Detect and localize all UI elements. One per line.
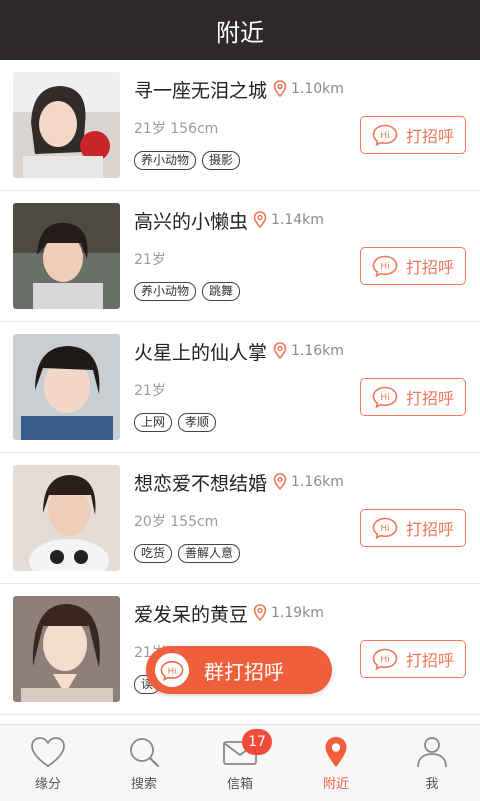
svg-text:Hi: Hi xyxy=(168,665,177,675)
tab-label: 缘分 xyxy=(34,777,61,792)
unread-badge: 17 xyxy=(242,729,272,755)
say-hi-button[interactable]: Hi 打招呼 xyxy=(360,509,466,547)
tab-label: 我 xyxy=(425,777,439,792)
interest-tags: 养小动物 摄影 xyxy=(134,151,241,170)
user-icon xyxy=(417,737,447,768)
say-hi-label: 打招呼 xyxy=(405,258,454,277)
user-avatar[interactable] xyxy=(13,596,120,702)
svg-text:Hi: Hi xyxy=(380,393,389,403)
user-meta: 21岁 xyxy=(134,383,166,399)
heart-icon xyxy=(31,737,65,768)
say-hi-label: 打招呼 xyxy=(405,651,454,670)
location-pin-icon xyxy=(273,342,287,359)
tab-label: 附近 xyxy=(322,777,349,792)
search-icon xyxy=(130,738,160,768)
say-hi-button[interactable]: Hi 打招呼 xyxy=(360,247,466,285)
location-pin-icon xyxy=(253,604,267,621)
distance: 1.14km xyxy=(253,211,324,228)
user-meta: 20岁 155cm xyxy=(134,514,219,530)
user-card[interactable]: 寻一座无泪之城 1.10km 21岁 156cm 养小动物 摄影 Hi 打招呼 xyxy=(0,60,480,191)
say-hi-button[interactable]: Hi 打招呼 xyxy=(360,640,466,678)
user-name: 寻一座无泪之城 xyxy=(134,80,268,102)
hi-bubble-icon: Hi xyxy=(372,517,398,539)
user-name: 高兴的小懒虫 xyxy=(134,211,249,233)
tab-search[interactable]: 搜索 xyxy=(96,725,192,801)
tab-nearby[interactable]: 附近 xyxy=(288,725,384,801)
tab-match[interactable]: 缘分 xyxy=(0,725,96,801)
user-card[interactable]: 火星上的仙人掌 1.16km 21岁 上网 孝顺 Hi 打招呼 xyxy=(0,322,480,453)
hi-bubble-icon: Hi xyxy=(372,386,398,408)
location-pin-icon xyxy=(273,80,287,97)
hi-bubble-icon: Hi xyxy=(155,653,189,687)
nearby-user-list[interactable]: 寻一座无泪之城 1.10km 21岁 156cm 养小动物 摄影 Hi 打招呼 … xyxy=(0,60,480,724)
user-avatar[interactable] xyxy=(13,465,120,571)
say-hi-label: 打招呼 xyxy=(405,520,454,539)
distance-value: 1.14km xyxy=(271,211,324,228)
user-avatar[interactable] xyxy=(13,203,120,309)
distance: 1.19km xyxy=(253,604,324,621)
tab-me[interactable]: 我 xyxy=(384,725,480,801)
tab-mailbox[interactable]: 17 信箱 xyxy=(192,725,288,801)
interest-tag: 孝顺 xyxy=(178,413,217,432)
svg-text:Hi: Hi xyxy=(380,655,389,665)
distance-value: 1.10km xyxy=(291,80,344,97)
interest-tags: 养小动物 跳舞 xyxy=(134,282,241,301)
svg-text:Hi: Hi xyxy=(380,131,389,141)
page-title: 附近 xyxy=(216,18,264,47)
interest-tags: 上网 孝顺 xyxy=(134,413,217,432)
group-say-hi-label: 群打招呼 xyxy=(204,659,284,684)
user-avatar[interactable] xyxy=(13,334,120,440)
user-meta: 21岁 xyxy=(134,252,166,268)
svg-text:Hi: Hi xyxy=(380,262,389,272)
user-name: 爱发呆的黄豆 xyxy=(134,604,249,626)
distance-value: 1.16km xyxy=(291,342,344,359)
location-pin-icon xyxy=(253,211,267,228)
interest-tag: 养小动物 xyxy=(134,282,197,301)
distance-value: 1.16km xyxy=(291,473,344,490)
group-say-hi-button[interactable]: Hi 群打招呼 xyxy=(146,646,332,694)
hi-bubble-icon: Hi xyxy=(372,124,398,146)
hi-bubble-icon: Hi xyxy=(372,648,398,670)
interest-tag: 养小动物 xyxy=(134,151,197,170)
distance: 1.16km xyxy=(273,473,344,490)
say-hi-button[interactable]: Hi 打招呼 xyxy=(360,378,466,416)
interest-tag: 善解人意 xyxy=(178,544,241,563)
distance-value: 1.19km xyxy=(271,604,324,621)
title-bar: 附近 xyxy=(0,0,480,60)
user-name: 想恋爱不想结婚 xyxy=(134,473,268,495)
distance: 1.10km xyxy=(273,80,344,97)
interest-tag: 跳舞 xyxy=(202,282,241,301)
interest-tag: 上网 xyxy=(134,413,173,432)
user-card[interactable]: 想恋爱不想结婚 1.16km 20岁 155cm 吃货 善解人意 Hi 打招呼 xyxy=(0,453,480,584)
distance: 1.16km xyxy=(273,342,344,359)
location-pin-icon xyxy=(325,737,347,767)
user-meta: 21岁 156cm xyxy=(134,121,219,137)
interest-tag: 摄影 xyxy=(202,151,241,170)
say-hi-label: 打招呼 xyxy=(405,127,454,146)
svg-text:Hi: Hi xyxy=(380,524,389,534)
tab-label: 搜索 xyxy=(130,777,157,792)
interest-tags: 吃货 善解人意 xyxy=(134,544,241,563)
say-hi-button[interactable]: Hi 打招呼 xyxy=(360,116,466,154)
user-card[interactable]: 高兴的小懒虫 1.14km 21岁 养小动物 跳舞 Hi 打招呼 xyxy=(0,191,480,322)
location-pin-icon xyxy=(273,473,287,490)
say-hi-label: 打招呼 xyxy=(405,389,454,408)
bottom-tab-bar: 缘分 搜索 17 信箱 附近 我 xyxy=(0,724,480,801)
interest-tag: 吃货 xyxy=(134,544,173,563)
hi-bubble-icon: Hi xyxy=(372,255,398,277)
user-avatar[interactable] xyxy=(13,72,120,178)
user-name: 火星上的仙人掌 xyxy=(134,342,268,364)
tab-label: 信箱 xyxy=(226,777,253,792)
